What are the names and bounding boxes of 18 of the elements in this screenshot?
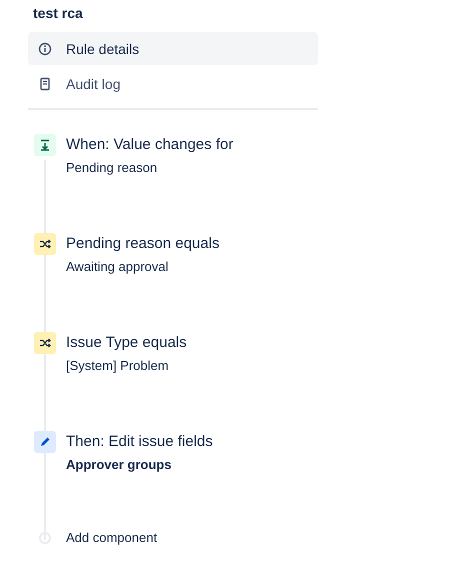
document-icon <box>38 76 52 90</box>
step-detail: Pending reason <box>66 159 158 177</box>
step-title[interactable]: When: Value changes for <box>66 135 234 155</box>
menu-item[interactable]: Rule details <box>28 32 318 65</box>
rule-title: test rca <box>33 4 84 22</box>
step-title[interactable]: Pending reason equals <box>66 234 220 254</box>
shuffle-icon <box>38 336 52 350</box>
pencil-icon <box>38 435 52 449</box>
shuffle-icon <box>38 237 52 251</box>
step-detail: Approver groups <box>66 456 172 474</box>
step-detail: [System] Problem <box>66 357 170 375</box>
step-detail: Awaiting approval <box>66 258 170 276</box>
step-title[interactable]: Then: Edit issue fields <box>66 432 213 452</box>
menu-item[interactable]: Audit log <box>28 67 318 100</box>
add-component-link[interactable]: Add component <box>66 530 158 545</box>
info-icon <box>38 42 52 56</box>
download-icon <box>38 138 52 152</box>
step-title[interactable]: Issue Type equals <box>66 333 187 353</box>
